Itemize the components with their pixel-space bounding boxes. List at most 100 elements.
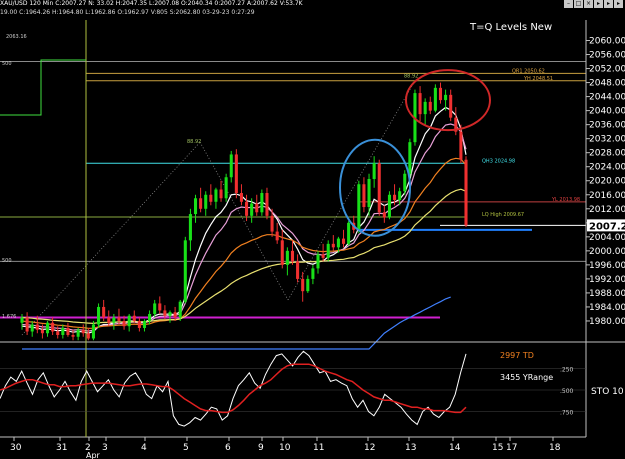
candle-body (112, 317, 116, 323)
candle-body (56, 331, 60, 335)
candle-body (444, 94, 448, 101)
candle-body (362, 184, 366, 208)
candle-body (148, 313, 152, 321)
candle-body (245, 201, 249, 216)
y-tick-label: 1996.00 (589, 261, 625, 271)
osc-label-yrange: 3455 YRange (500, 373, 553, 382)
candle-body (408, 142, 412, 174)
candle-body (367, 178, 371, 208)
y-tick-label: 2024.00 (589, 163, 625, 173)
candle-body (393, 194, 397, 201)
candle-body (204, 194, 208, 209)
x-tick-label: 14 (449, 443, 461, 453)
y-tick-label: 1984.00 (589, 303, 625, 313)
current-price-label: 2007.27 (589, 221, 625, 232)
candle-body (71, 334, 75, 337)
candle-body (382, 212, 386, 218)
candle-body (250, 203, 254, 216)
candle-body (86, 333, 90, 339)
candle-body (132, 315, 136, 321)
candle-body (97, 306, 101, 325)
x-tick-label: 9 (258, 443, 264, 453)
candle-body (428, 101, 432, 111)
candle-body (270, 215, 274, 232)
level-annotation: LQ High 2009.67 (482, 212, 524, 218)
candle-body (163, 310, 167, 316)
candle-body (219, 189, 223, 199)
candle-body (433, 87, 437, 111)
y-tick-label: 2012.00 (589, 205, 625, 215)
y-tick-label: 2036.00 (589, 121, 625, 131)
candle-body (76, 329, 80, 337)
candle-body (66, 327, 70, 335)
x-tick-label: 30 (10, 443, 22, 453)
month-label: Apr (86, 451, 101, 459)
left-scale-label: 2063.16 (6, 34, 27, 40)
candle-body (188, 214, 192, 241)
y-tick-label: 2016.00 (589, 191, 625, 201)
candle-body (234, 154, 238, 194)
candle-body (117, 317, 121, 321)
level-annotation: QH3 2024.98 (482, 158, 515, 164)
candle-body (331, 243, 335, 248)
x-tick-label: 3 (102, 443, 108, 453)
chart-title: T=Q Levels New (469, 22, 552, 33)
y-tick-label: 2032.00 (589, 135, 625, 145)
chart-canvas[interactable]: 88.92 88.92 QR1 2050.62 YH 2048.51 QH3 2024.… (0, 0, 625, 459)
y-tick-label: 2052.00 (589, 65, 625, 75)
candle-body (30, 324, 34, 332)
candle-body (306, 278, 310, 292)
x-tick-label: 18 (549, 443, 561, 453)
candle-body (347, 222, 351, 244)
left-scale-label: 500 (2, 61, 12, 67)
candle-body (158, 303, 162, 311)
candle-body (418, 93, 422, 115)
candle-body (260, 193, 264, 213)
candle-body (290, 250, 295, 262)
level-annotation: 88.92 (404, 73, 418, 79)
candle-body (40, 329, 44, 334)
x-tick-label: 13 (405, 443, 416, 453)
candle-body (311, 268, 315, 279)
candle-body (61, 327, 65, 335)
candle-body (265, 193, 269, 216)
candle-body (122, 320, 126, 327)
candle-body (51, 322, 55, 332)
y-tick-label: 2028.00 (589, 149, 625, 159)
candle-body (403, 173, 407, 192)
candle-body (209, 194, 213, 202)
candle-body (275, 231, 279, 241)
candle-body (464, 159, 468, 226)
level-annotation: 88.92 (187, 139, 201, 145)
candle-body (459, 131, 463, 160)
y-tick-label: 2020.00 (589, 177, 625, 187)
y-tick-label: 2000.00 (589, 247, 625, 257)
osc-tick-label: .750 (560, 410, 574, 417)
x-tick-label: 4 (141, 443, 147, 453)
candle-body (357, 184, 361, 230)
y-tick-label: 2040.00 (589, 107, 625, 117)
candle-body (280, 240, 284, 265)
candle-body (137, 320, 141, 328)
candle-body (45, 322, 50, 334)
candle-body (142, 320, 147, 328)
candle-body (102, 306, 106, 318)
candle-body (20, 317, 24, 323)
candle-body (296, 261, 300, 279)
candle-body (438, 87, 443, 101)
candle-body (168, 312, 172, 316)
osc-tick-label: .250 (560, 367, 574, 374)
candle-body (193, 198, 198, 215)
candle-body (239, 193, 243, 202)
candle-body (199, 198, 203, 209)
candle-body (341, 238, 346, 244)
y-tick-label: 2048.00 (589, 79, 625, 89)
candle-body (153, 303, 157, 314)
x-tick-label: 12 (364, 443, 375, 453)
candle-body (91, 324, 95, 339)
candle-body (285, 250, 289, 265)
candle-body (25, 317, 29, 332)
candle-body (81, 329, 85, 334)
y-tick-label: 1992.00 (589, 275, 625, 285)
y-tick-label: 2004.00 (589, 233, 625, 243)
